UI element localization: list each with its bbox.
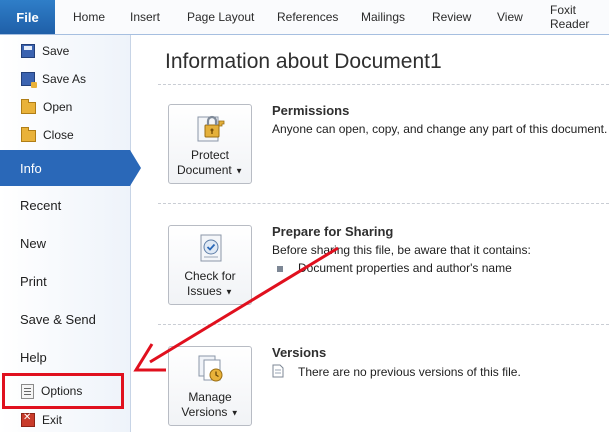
- prepare-for-sharing-title: Prepare for Sharing: [272, 224, 394, 239]
- close-command[interactable]: Close: [0, 121, 130, 149]
- save-as-command[interactable]: Save As: [0, 65, 130, 93]
- page-title: Information about Document1: [165, 50, 442, 73]
- open-command[interactable]: Open: [0, 93, 130, 121]
- check-for-issues-label: Check for Issues ▼: [169, 269, 251, 299]
- dropdown-caret-icon: ▼: [230, 408, 239, 418]
- tab-view[interactable]: View: [497, 0, 523, 34]
- exit-command[interactable]: Exit: [0, 406, 130, 432]
- check-for-issues-label-line1: Check for: [184, 269, 236, 283]
- tab-new[interactable]: New: [0, 225, 130, 261]
- save-as-icon: [21, 72, 37, 88]
- prepare-bullet-text: Document properties and author's name: [298, 261, 512, 275]
- tab-save-and-send-label: Save & Send: [20, 311, 96, 327]
- word-backstage-window: File Home Insert Page Layout References …: [0, 0, 609, 432]
- tab-home[interactable]: Home: [73, 0, 105, 34]
- tab-references[interactable]: References: [277, 0, 338, 34]
- tab-info-label: Info: [20, 160, 42, 176]
- options-highlight-box: [2, 373, 124, 409]
- tab-help[interactable]: Help: [0, 339, 130, 375]
- exit-icon: [21, 412, 35, 427]
- close-label: Close: [43, 128, 74, 142]
- tab-print[interactable]: Print: [0, 263, 130, 299]
- check-for-issues-label-line2: Issues: [187, 284, 222, 298]
- protect-document-button[interactable]: Protect Document ▼: [168, 104, 252, 184]
- save-as-label: Save As: [42, 72, 87, 86]
- divider: [158, 203, 609, 204]
- versions-title: Versions: [272, 345, 327, 360]
- tab-mailings[interactable]: Mailings: [361, 0, 405, 34]
- divider: [158, 324, 609, 325]
- close-folder-icon: [21, 127, 36, 142]
- permissions-title: Permissions: [272, 103, 350, 118]
- versions-text: There are no previous versions of this f…: [298, 365, 521, 379]
- tab-recent-label: Recent: [20, 197, 62, 213]
- check-for-issues-button[interactable]: Check for Issues ▼: [168, 225, 252, 305]
- save-icon: [21, 44, 35, 58]
- bullet-icon: [277, 266, 283, 272]
- tab-recent[interactable]: Recent: [0, 187, 130, 223]
- permissions-text: Anyone can open, copy, and change any pa…: [272, 122, 608, 136]
- tab-file[interactable]: File: [0, 0, 55, 34]
- open-folder-icon: [21, 99, 36, 114]
- tab-foxit-reader[interactable]: Foxit Reader: [550, 0, 609, 34]
- tab-new-label: New: [20, 235, 47, 251]
- tab-info[interactable]: Info: [0, 150, 141, 186]
- exit-label: Exit: [42, 413, 63, 427]
- save-command[interactable]: Save: [0, 37, 130, 65]
- dropdown-caret-icon: ▼: [225, 287, 233, 297]
- manage-versions-button[interactable]: Manage Versions ▼: [168, 346, 252, 426]
- ribbon-tab-bar: File Home Insert Page Layout References …: [0, 0, 609, 35]
- tab-help-label: Help: [20, 349, 47, 365]
- tab-insert[interactable]: Insert: [130, 0, 160, 34]
- prepare-for-sharing-text: Before sharing this file, be aware that …: [272, 243, 531, 257]
- tab-review[interactable]: Review: [432, 0, 471, 34]
- tab-print-label: Print: [20, 273, 47, 289]
- tab-save-and-send[interactable]: Save & Send: [0, 301, 130, 337]
- versions-icon: [198, 355, 223, 382]
- checklist-icon: [200, 234, 222, 262]
- dropdown-caret-icon: ▼: [235, 166, 243, 176]
- protect-document-label-line1: Protect: [190, 148, 229, 162]
- open-label: Open: [43, 100, 73, 114]
- manage-versions-label: Manage Versions ▼: [169, 390, 251, 420]
- protect-document-label: Protect Document ▼: [169, 148, 251, 178]
- save-label: Save: [42, 44, 70, 58]
- manage-versions-label-line2: Versions: [181, 405, 228, 419]
- divider: [158, 84, 609, 85]
- lock-icon: [197, 115, 225, 142]
- manage-versions-label-line1: Manage: [188, 390, 232, 404]
- document-icon: [272, 364, 284, 378]
- protect-document-label-line2: Document: [177, 163, 232, 177]
- tab-page-layout[interactable]: Page Layout: [187, 0, 254, 34]
